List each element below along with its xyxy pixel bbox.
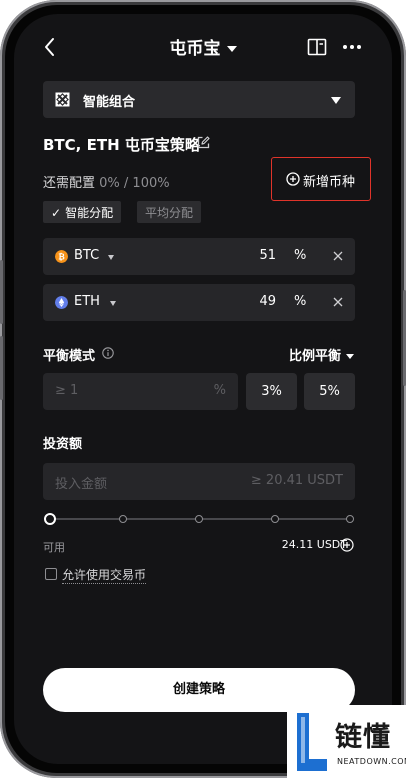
plus-circle-icon — [286, 172, 300, 186]
amount-placeholder: 投入金额 — [55, 477, 108, 492]
plus-circle-icon[interactable] — [340, 538, 354, 552]
add-coin-button[interactable]: 新增币种 — [271, 157, 371, 201]
balance-mode-value: 比例平衡 — [288, 349, 341, 364]
available-label: 可用 — [43, 541, 65, 554]
slider-node-25[interactable] — [119, 515, 127, 523]
slider-node-100[interactable] — [346, 515, 354, 523]
remaining-allocation: 还需配置 0% / 100% — [43, 172, 170, 191]
chevron-down-icon — [226, 46, 237, 52]
side-button-left — [0, 260, 3, 324]
investment-slider[interactable] — [43, 511, 355, 527]
portfolio-type-label: 智能组合 — [83, 95, 136, 110]
percent-unit: % — [294, 248, 307, 263]
nav-header: 屯币宝 — [14, 30, 392, 64]
info-icon[interactable] — [102, 347, 114, 359]
caret-down-icon[interactable] — [108, 255, 114, 260]
more-dots-icon[interactable] — [341, 36, 363, 58]
watermark-logo-icon — [297, 713, 327, 771]
smart-allocation-label: 智能分配 — [65, 206, 114, 220]
allow-trade-coin-label[interactable]: 允许使用交易币 — [62, 566, 147, 584]
portfolio-grid-icon — [55, 92, 70, 107]
portfolio-type-select[interactable]: 智能组合 — [43, 81, 355, 118]
remaining-label: 还需配置 — [43, 176, 96, 191]
investment-amount-input[interactable]: 投入金额 ≥ 20.41 USDT — [43, 463, 355, 500]
amount-minimum: ≥ 20.41 USDT — [250, 473, 343, 488]
caret-down-icon — [346, 354, 354, 359]
ethereum-icon — [55, 296, 68, 309]
investment-label: 投资额 — [43, 437, 83, 452]
watermark-subtext: NEATDOWN.COM — [337, 757, 406, 766]
preset-3-percent-button[interactable]: 3% — [246, 373, 297, 410]
watermark: 链懂 NEATDOWN.COM — [287, 705, 406, 778]
slider-node-50[interactable] — [195, 515, 203, 523]
even-allocation-toggle[interactable]: 平均分配 — [137, 201, 202, 223]
balance-mode-select[interactable]: 比例平衡 — [289, 345, 354, 364]
even-allocation-label: 平均分配 — [145, 206, 194, 220]
coin-percent-input[interactable]: 49 — [259, 294, 276, 309]
svg-text:₿: ₿ — [58, 253, 65, 262]
coin-row-btc: ₿ BTC 51 % — [43, 238, 355, 275]
percent-unit: % — [294, 294, 307, 309]
threshold-unit: % — [213, 383, 226, 398]
edit-icon[interactable] — [196, 135, 211, 150]
threshold-placeholder: ≥ 1 — [55, 383, 79, 398]
page-title: 屯币宝 — [169, 39, 221, 59]
close-icon[interactable] — [331, 249, 345, 263]
caret-down-icon[interactable] — [110, 301, 116, 306]
coin-row-eth: ETH 49 % — [43, 284, 355, 321]
strategy-title: BTC, ETH 屯币宝策略 — [43, 136, 200, 154]
caret-down-icon — [331, 97, 341, 104]
app-screen: 屯币宝 智能组合 BTC, ETH 屯币宝策略 还需配置 0% / 100% 新… — [14, 14, 392, 764]
check-icon: ✓ — [51, 206, 62, 220]
rebalance-threshold-input[interactable]: ≥ 1 % — [43, 373, 238, 410]
slider-node-75[interactable] — [271, 515, 279, 523]
page-title-dropdown[interactable]: 屯币宝 — [14, 34, 392, 59]
balance-mode-label: 平衡模式 — [43, 349, 96, 364]
preset-5-percent-button[interactable]: 5% — [304, 373, 355, 410]
side-button-left-lower — [0, 336, 3, 400]
book-icon[interactable] — [306, 36, 328, 58]
coin-name[interactable]: ETH — [74, 294, 100, 309]
remaining-value: 0% / 100% — [99, 176, 170, 191]
allow-trade-coin-checkbox[interactable] — [45, 568, 57, 580]
smart-allocation-toggle[interactable]: ✓ 智能分配 — [43, 201, 122, 223]
watermark-text: 链懂 — [335, 722, 391, 753]
available-balance: 24.11 USDT — [281, 538, 347, 551]
add-coin-label: 新增币种 — [303, 175, 356, 190]
slider-thumb[interactable] — [44, 513, 56, 525]
close-icon[interactable] — [331, 295, 345, 309]
coin-name[interactable]: BTC — [74, 248, 99, 263]
bitcoin-icon: ₿ — [55, 250, 68, 263]
coin-percent-input[interactable]: 51 — [259, 248, 276, 263]
